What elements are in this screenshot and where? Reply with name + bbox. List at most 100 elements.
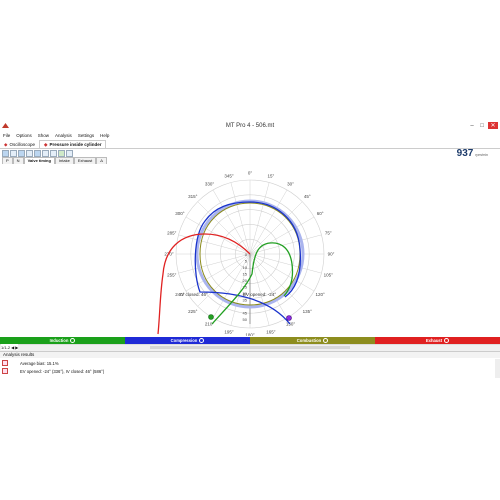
- ev-opened-marker[interactable]: [286, 315, 292, 321]
- radial-tick-label: 5: [245, 259, 248, 264]
- toolbar-button-2[interactable]: [10, 150, 17, 157]
- toolbar-button-4[interactable]: [26, 150, 33, 157]
- view-tabs: P N Valve timing Intake Exhaust Δ: [2, 157, 107, 164]
- radial-tick-label: 35: [243, 298, 248, 303]
- phase-compression[interactable]: Compression: [125, 337, 250, 344]
- menu-bar: File Options Show Analysis Settings Help: [0, 133, 109, 140]
- angle-tick-label: 330°: [205, 181, 215, 186]
- tab-oscilloscope[interactable]: ◆ Oscilloscope: [0, 141, 39, 148]
- page-navigator: 1/1-2 ◀ ▶: [1, 344, 19, 350]
- document-tabs: ◆ Oscilloscope ◆ Pressure inside cylinde…: [0, 140, 500, 149]
- menu-help[interactable]: Help: [100, 133, 109, 140]
- grid-spoke: [212, 189, 251, 255]
- radial-tick-label: 15: [243, 272, 248, 277]
- grid-spoke: [230, 182, 251, 255]
- tab-n[interactable]: N: [12, 157, 24, 164]
- moon-icon: [199, 338, 205, 343]
- toolbar-button-6[interactable]: [42, 150, 49, 157]
- vertical-scrollbar[interactable]: [495, 359, 500, 378]
- tab-p[interactable]: P: [2, 157, 13, 164]
- phase-combustion[interactable]: Combustion: [250, 337, 375, 344]
- oscilloscope-icon: ◆: [4, 141, 8, 147]
- analysis-line: Average bias: 15.1%: [0, 359, 500, 367]
- menu-file[interactable]: File: [3, 133, 10, 140]
- analysis-line: EV opened: -24° (336°), IV closed: 46° (…: [0, 367, 500, 375]
- close-button[interactable]: ✕: [488, 122, 498, 129]
- window-title: MT Pro 4 - 506.mt: [225, 123, 275, 129]
- angle-tick-label: 285°: [167, 231, 177, 236]
- angle-tick-label: 345°: [224, 173, 234, 178]
- pressure-icon: ◆: [43, 142, 48, 147]
- analysis-header: Analysis results: [0, 352, 500, 358]
- radial-tick-label: 50: [243, 317, 248, 322]
- phase-bar: Induction Compression Combustion Exhaust: [0, 337, 500, 344]
- angle-tick-label: 180°: [245, 333, 255, 337]
- iv-closed-label: IV closed: 46°: [180, 292, 208, 297]
- tab-intake[interactable]: Intake: [54, 157, 74, 164]
- page-prev-icon[interactable]: ◀: [11, 345, 14, 350]
- grid-spoke: [249, 253, 315, 292]
- angle-tick-label: 105°: [324, 272, 334, 277]
- angle-tick-label: 195°: [224, 330, 234, 335]
- tab-delta[interactable]: Δ: [96, 157, 107, 164]
- menu-analysis[interactable]: Analysis: [55, 133, 72, 140]
- toolbar-button-8[interactable]: [58, 150, 65, 157]
- tab-valve-timing[interactable]: Valve timing: [23, 157, 55, 164]
- scroll-thumb[interactable]: [150, 346, 350, 349]
- grid-spoke: [178, 253, 251, 274]
- application-window: MT Pro 4 - 506.mt – □ ✕ File Options Sho…: [0, 120, 500, 379]
- toolbar-button-1[interactable]: [2, 150, 9, 157]
- toolbar-button-3[interactable]: [18, 150, 25, 157]
- rpm-value: 937: [456, 148, 474, 159]
- phase-exhaust[interactable]: Exhaust: [375, 337, 500, 344]
- angle-tick-label: 225°: [188, 309, 198, 314]
- grid-spoke: [230, 253, 251, 326]
- ev-opened-label: EV opened: -24°: [243, 292, 276, 297]
- grid-spoke: [249, 234, 322, 255]
- maximize-button[interactable]: □: [478, 122, 486, 129]
- minimize-button[interactable]: –: [468, 122, 476, 129]
- angle-tick-label: 75°: [325, 231, 332, 236]
- menu-settings[interactable]: Settings: [78, 133, 94, 140]
- toolbar-button-7[interactable]: [50, 150, 57, 157]
- title-bar: MT Pro 4 - 506.mt – □ ✕: [0, 120, 500, 132]
- angle-tick-label: 45°: [304, 194, 311, 199]
- analysis-panel: Analysis results Average bias: 15.1% EV …: [0, 351, 500, 379]
- angle-tick-label: 255°: [167, 272, 177, 277]
- page-indicator: 1/1-2: [1, 344, 11, 350]
- radial-tick-label: 10: [243, 265, 248, 270]
- rpm-counter: 937 rpm/min: [457, 148, 488, 159]
- toolbar-button-9[interactable]: [66, 150, 73, 157]
- angle-tick-label: 300°: [175, 211, 185, 216]
- valve-timing-text: EV opened: -24° (336°), IV closed: 46° (…: [20, 368, 105, 374]
- moon-icon: [444, 338, 450, 343]
- iv-closed-marker[interactable]: [208, 314, 214, 320]
- phase-induction[interactable]: Induction: [0, 337, 125, 344]
- tab-pressure-inside-cylinder[interactable]: ◆ Pressure inside cylinder: [38, 140, 107, 148]
- angle-tick-label: 315°: [188, 194, 198, 199]
- angle-tick-label: 90°: [328, 252, 335, 257]
- angle-tick-label: 30°: [287, 181, 294, 186]
- angle-tick-label: 150°: [286, 322, 296, 327]
- tab-exhaust[interactable]: Exhaust: [73, 157, 97, 164]
- grid-spoke: [249, 253, 322, 274]
- moon-icon: [70, 338, 76, 343]
- radial-tick-label: 45: [243, 311, 248, 316]
- average-bias-text: Average bias: 15.1%: [20, 360, 59, 366]
- angle-tick-label: 165°: [266, 330, 276, 335]
- horizontal-scrollbar[interactable]: [0, 344, 500, 351]
- page-next-icon[interactable]: ▶: [15, 345, 18, 350]
- angle-tick-label: 0°: [248, 171, 253, 176]
- angle-tick-label: 135°: [303, 309, 313, 314]
- angle-tick-label: 15°: [268, 173, 275, 178]
- warning-icon: [2, 360, 8, 366]
- menu-show[interactable]: Show: [38, 133, 49, 140]
- angle-tick-label: 120°: [315, 292, 325, 297]
- menu-options[interactable]: Options: [16, 133, 32, 140]
- moon-icon: [323, 338, 329, 343]
- rpm-unit: rpm/min: [475, 153, 488, 157]
- grid-spoke: [249, 253, 288, 319]
- toolbar-button-5[interactable]: [34, 150, 41, 157]
- angle-tick-label: 60°: [317, 211, 324, 216]
- warning-icon: [2, 368, 8, 374]
